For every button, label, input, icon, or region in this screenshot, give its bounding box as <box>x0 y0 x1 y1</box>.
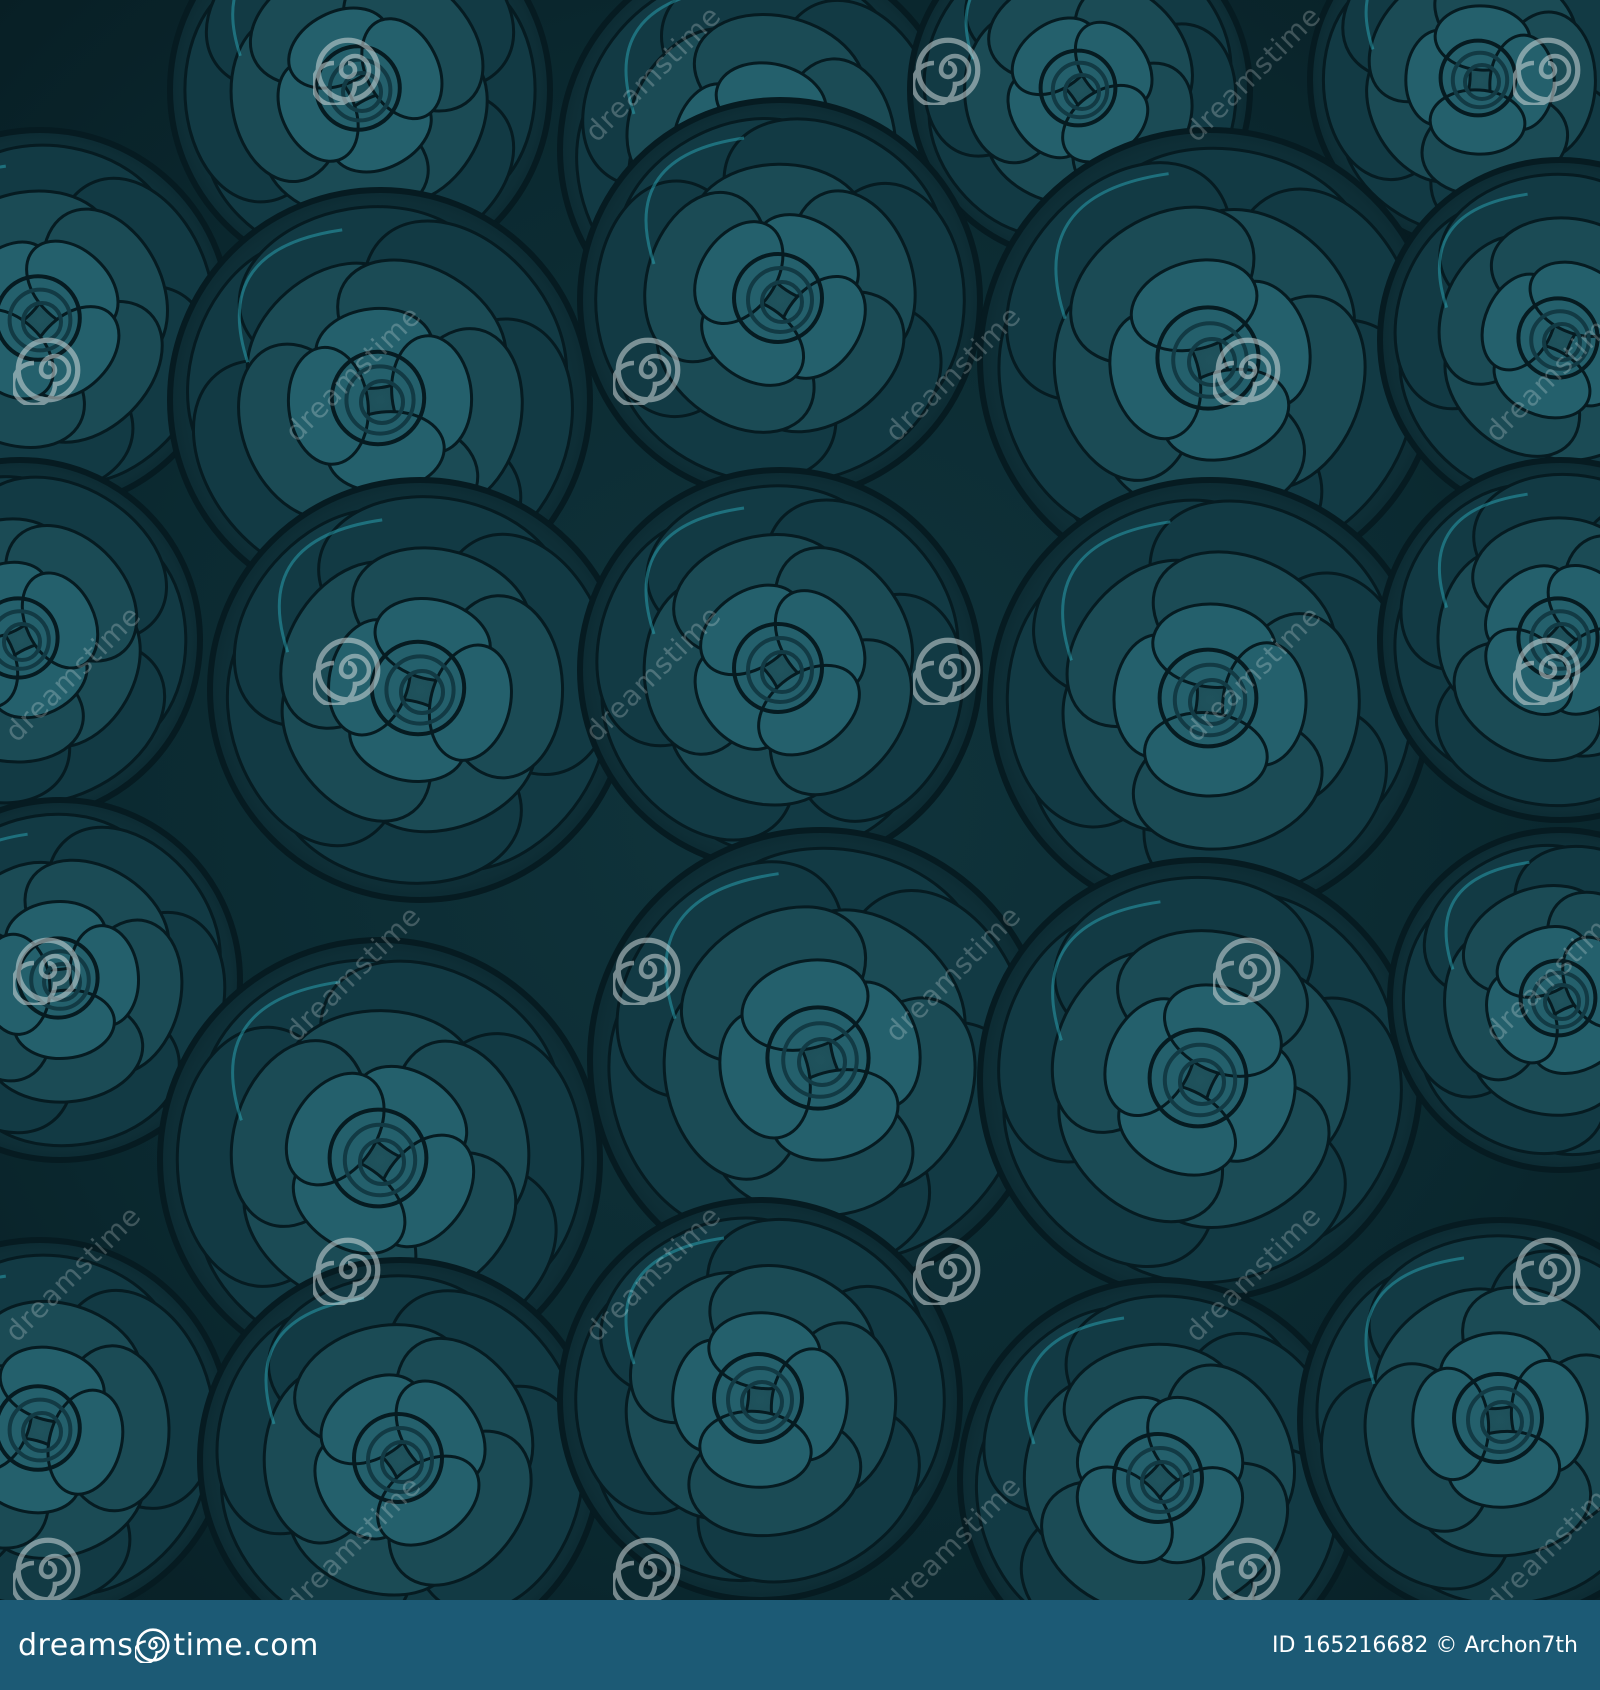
dreamstime-logo[interactable]: dreams time.com <box>18 1627 319 1663</box>
brand-suffix: time.com <box>173 1627 319 1663</box>
rose <box>1387 827 1600 1173</box>
brand-prefix: dreams <box>18 1627 134 1663</box>
rose-pattern-image: dreamstime dreamstime dreamstime dreamstime… <box>0 0 1600 1600</box>
roses-illustration <box>0 0 1600 1600</box>
spiral-icon <box>135 1628 171 1663</box>
image-credit: ID 165216682 © Archon7th <box>1271 1632 1578 1658</box>
rose <box>0 457 203 823</box>
rose <box>577 467 983 873</box>
rose <box>977 857 1423 1303</box>
image-footer-bar: dreams time.com ID 165216682 © Archon7th <box>0 1600 1600 1690</box>
